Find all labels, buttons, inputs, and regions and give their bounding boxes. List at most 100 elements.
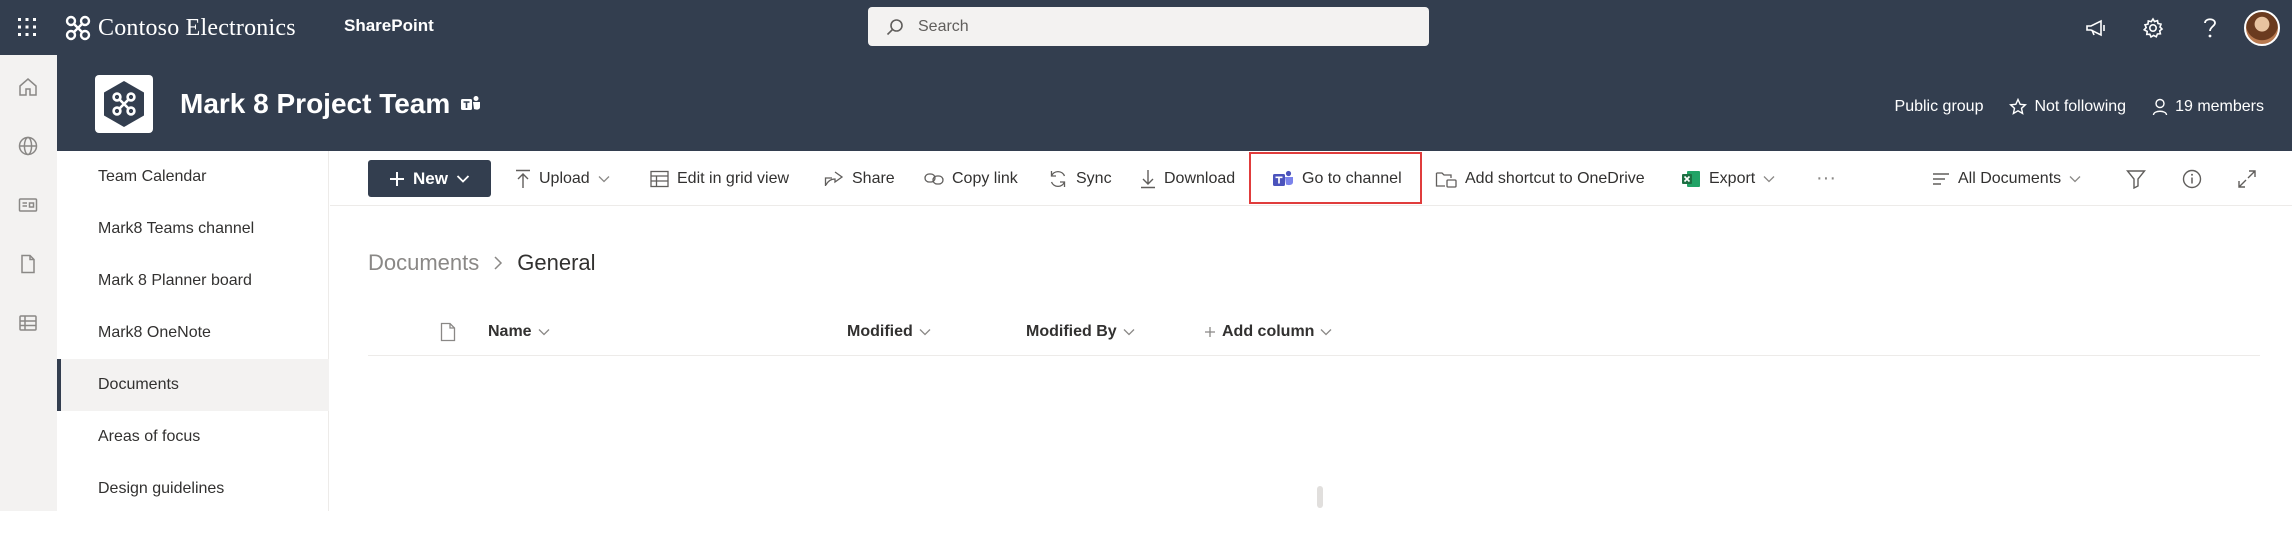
column-name[interactable]: Name bbox=[488, 308, 550, 356]
info-icon bbox=[2182, 169, 2202, 189]
grid-icon bbox=[650, 170, 669, 188]
view-lines-icon bbox=[1932, 172, 1950, 186]
column-header-row: Name Modified Modified By Add column bbox=[368, 308, 2260, 356]
new-button[interactable]: New bbox=[368, 160, 491, 197]
link-icon bbox=[924, 172, 944, 186]
file-icon[interactable] bbox=[15, 251, 41, 277]
teams-icon bbox=[1272, 169, 1294, 189]
feedback-megaphone-icon[interactable] bbox=[2067, 0, 2124, 55]
more-button[interactable]: ··· bbox=[1816, 151, 1836, 206]
chevron-right-icon bbox=[493, 255, 503, 271]
bottom-margin bbox=[0, 511, 2292, 551]
follow-label: Not following bbox=[2034, 98, 2127, 115]
app-name[interactable]: SharePoint bbox=[344, 16, 434, 36]
share-button[interactable]: Share bbox=[824, 151, 895, 206]
site-title-text: Mark 8 Project Team bbox=[180, 88, 451, 119]
expand-icon bbox=[2237, 169, 2257, 189]
app-bar bbox=[0, 55, 57, 551]
settings-gear-icon[interactable] bbox=[2124, 0, 2181, 55]
nav-item-documents[interactable]: Documents bbox=[57, 359, 329, 411]
export-button[interactable]: Export bbox=[1681, 151, 1775, 206]
excel-icon bbox=[1681, 169, 1701, 189]
fullscreen-button[interactable] bbox=[2237, 151, 2257, 206]
breadcrumb-documents[interactable]: Documents bbox=[368, 250, 479, 276]
chevron-down-icon bbox=[2069, 175, 2081, 183]
globe-icon[interactable] bbox=[15, 133, 41, 159]
file-type-column[interactable] bbox=[440, 308, 456, 356]
chevron-down-icon bbox=[538, 328, 550, 336]
add-column-button[interactable]: Add column bbox=[1204, 308, 1332, 356]
filter-icon bbox=[2126, 169, 2146, 189]
sync-icon bbox=[1048, 169, 1068, 189]
shortcut-icon bbox=[1435, 170, 1457, 188]
search-input[interactable] bbox=[918, 17, 1398, 36]
filter-button[interactable] bbox=[2126, 151, 2146, 206]
download-icon bbox=[1140, 169, 1156, 189]
nav-item-planner-board[interactable]: Mark 8 Planner board bbox=[57, 255, 329, 307]
brand-name: Contoso Electronics bbox=[98, 14, 296, 41]
view-selector[interactable]: All Documents bbox=[1932, 151, 2081, 206]
download-button[interactable]: Download bbox=[1140, 151, 1235, 206]
info-button[interactable] bbox=[2182, 151, 2202, 206]
nav-item-areas-of-focus[interactable]: Areas of focus bbox=[57, 411, 329, 463]
download-label: Download bbox=[1164, 169, 1236, 187]
search-icon bbox=[886, 18, 904, 36]
follow-button[interactable]: Not following bbox=[2009, 98, 2126, 116]
brand[interactable]: Contoso Electronics bbox=[64, 11, 296, 45]
add-shortcut-button[interactable]: Add shortcut to OneDrive bbox=[1435, 151, 1645, 206]
upload-button[interactable]: Upload bbox=[515, 151, 610, 206]
column-modified-by-label: Modified By bbox=[1026, 323, 1117, 340]
breadcrumb-current: General bbox=[517, 250, 596, 275]
edit-grid-view-button[interactable]: Edit in grid view bbox=[650, 151, 789, 206]
members-label: 19 members bbox=[2175, 98, 2264, 115]
contoso-logo-icon bbox=[64, 14, 92, 42]
plus-icon bbox=[1204, 326, 1216, 338]
export-label: Export bbox=[1709, 169, 1756, 187]
share-label: Share bbox=[852, 169, 895, 187]
news-icon[interactable] bbox=[15, 192, 41, 218]
help-icon[interactable] bbox=[2181, 0, 2238, 55]
column-modified-by[interactable]: Modified By bbox=[1026, 308, 1135, 356]
nav-item-teams-channel[interactable]: Mark8 Teams channel bbox=[57, 203, 329, 255]
copy-link-button[interactable]: Copy link bbox=[924, 151, 1018, 206]
suite-icons bbox=[2067, 0, 2292, 55]
site-meta: Public group Not following 19 members bbox=[1895, 98, 2264, 116]
copy-link-label: Copy link bbox=[952, 169, 1018, 187]
suite-bar: Contoso Electronics SharePoint bbox=[0, 0, 2292, 55]
view-label: All Documents bbox=[1958, 169, 2062, 187]
home-icon[interactable] bbox=[15, 74, 41, 100]
star-icon bbox=[2009, 98, 2028, 116]
plus-icon bbox=[389, 171, 405, 187]
add-shortcut-label: Add shortcut to OneDrive bbox=[1465, 169, 1645, 187]
person-icon bbox=[2152, 98, 2168, 116]
sync-button[interactable]: Sync bbox=[1048, 151, 1112, 206]
site-title: Mark 8 Project Team bbox=[180, 88, 482, 120]
site-logo[interactable] bbox=[95, 75, 153, 133]
user-avatar[interactable] bbox=[2244, 9, 2280, 46]
column-modified-label: Modified bbox=[847, 323, 913, 340]
site-header: Mark 8 Project Team Public group Not fol… bbox=[57, 55, 2292, 151]
breadcrumb: Documents General bbox=[368, 250, 596, 276]
command-bar: New Upload Edit in grid view Share Copy … bbox=[330, 151, 2292, 206]
chevron-down-icon bbox=[1123, 328, 1135, 336]
nav-item-onenote[interactable]: Mark8 OneNote bbox=[57, 307, 329, 359]
chevron-down-icon bbox=[456, 174, 470, 184]
add-column-label: Add column bbox=[1222, 323, 1315, 340]
edit-grid-label: Edit in grid view bbox=[677, 169, 790, 187]
members-button[interactable]: 19 members bbox=[2152, 98, 2264, 116]
nav-item-design-guidelines[interactable]: Design guidelines bbox=[57, 463, 329, 515]
search-box[interactable] bbox=[868, 7, 1429, 46]
scroll-indicator[interactable] bbox=[1317, 486, 1323, 508]
go-to-channel-button[interactable]: Go to channel bbox=[1272, 151, 1402, 206]
upload-icon bbox=[515, 169, 531, 189]
lists-icon[interactable] bbox=[15, 310, 41, 336]
document-icon bbox=[440, 322, 456, 342]
app-launcher-icon[interactable] bbox=[12, 12, 42, 42]
nav-item-team-calendar[interactable]: Team Calendar bbox=[57, 151, 329, 203]
sync-label: Sync bbox=[1076, 169, 1112, 187]
chevron-down-icon bbox=[1763, 175, 1775, 183]
column-modified[interactable]: Modified bbox=[847, 308, 931, 356]
teams-icon[interactable] bbox=[460, 94, 482, 114]
privacy-label: Public group bbox=[1894, 98, 1984, 115]
column-name-label: Name bbox=[488, 323, 532, 340]
